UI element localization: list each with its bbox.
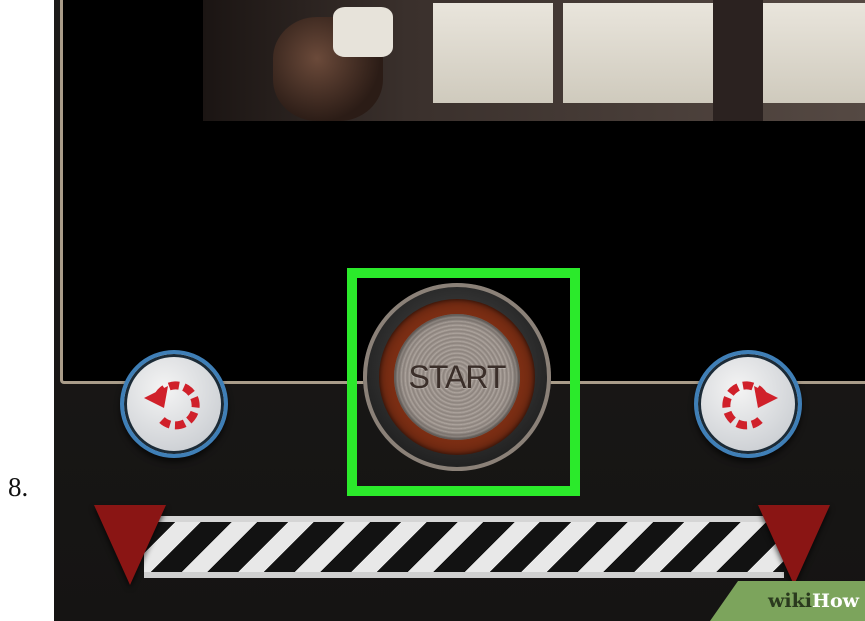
slider-handle-right[interactable] [758, 505, 830, 585]
start-button-face: START [394, 314, 520, 440]
start-button[interactable]: START [363, 283, 551, 471]
camera-preview [203, 0, 865, 121]
watermark-how: How [812, 590, 859, 612]
step-number: 8. [8, 472, 29, 502]
slider-handle-left[interactable] [94, 505, 166, 585]
progress-slider-track[interactable] [144, 516, 784, 578]
app-screenshot: START wiki How [54, 0, 865, 621]
start-label: START [408, 358, 507, 395]
rotate-right-button[interactable] [694, 350, 802, 458]
watermark-wiki: wiki [768, 590, 813, 612]
rotate-clockwise-icon [722, 381, 778, 430]
start-button-ring: START [379, 299, 535, 455]
wikihow-watermark: wiki How [710, 581, 865, 621]
rotate-counterclockwise-icon [144, 381, 200, 430]
rotate-left-button[interactable] [120, 350, 228, 458]
